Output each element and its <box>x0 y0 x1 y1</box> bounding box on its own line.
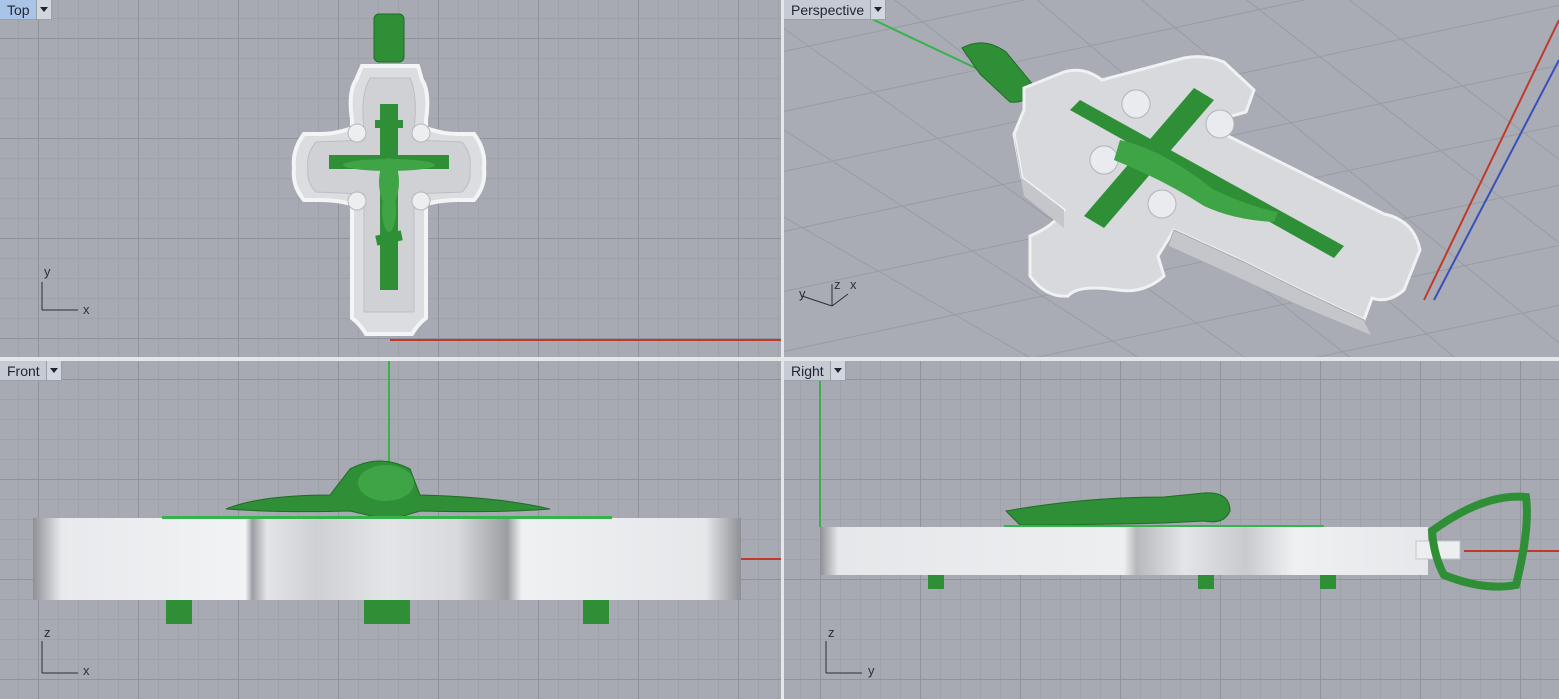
viewport-title[interactable]: Right <box>784 361 830 380</box>
perspective-grid <box>784 0 1559 357</box>
viewport-label-top[interactable]: Top <box>0 0 52 20</box>
axis-label-z: z <box>828 625 835 640</box>
axis-label-y: y <box>799 286 806 301</box>
axis-label-z: z <box>44 625 51 640</box>
chevron-down-icon[interactable] <box>829 361 845 380</box>
viewport-title[interactable]: Front <box>0 361 46 380</box>
bail-shape <box>373 13 405 63</box>
viewport-right[interactable]: Right z y <box>784 361 1559 699</box>
viewport-title[interactable]: Top <box>0 0 36 19</box>
front-slab-shape <box>33 518 741 600</box>
chevron-down-icon[interactable] <box>870 0 886 19</box>
viewport-label-front[interactable]: Front <box>0 361 62 381</box>
persp-x-axis <box>1423 19 1559 301</box>
right-view-scene <box>819 381 1559 674</box>
viewport-label-right[interactable]: Right <box>784 361 846 381</box>
viewport-divider-vertical[interactable] <box>781 0 784 699</box>
viewport-divider-horizontal[interactable] <box>0 357 1559 361</box>
axis-label-z: z <box>834 277 841 292</box>
axis-label-y: y <box>868 663 875 678</box>
top-view-scene <box>41 13 781 341</box>
chevron-down-icon[interactable] <box>45 361 61 380</box>
viewport-front[interactable]: Front z x <box>0 361 781 699</box>
persp-z-axis <box>1433 59 1559 301</box>
chevron-down-icon[interactable] <box>35 0 51 19</box>
axis-label-y: y <box>44 264 51 279</box>
viewport-title[interactable]: Perspective <box>784 0 870 19</box>
viewport-top[interactable]: Top y x <box>0 0 781 357</box>
axis-label-x: x <box>83 663 90 678</box>
viewport-perspective[interactable]: Perspective y z x <box>784 0 1559 357</box>
front-view-scene <box>33 361 781 674</box>
axis-label-x: x <box>83 302 90 317</box>
right-slab-shape <box>820 527 1428 575</box>
viewport-label-perspective[interactable]: Perspective <box>784 0 887 20</box>
axis-label-x: x <box>850 277 857 292</box>
right-figure-shape <box>1004 492 1231 526</box>
